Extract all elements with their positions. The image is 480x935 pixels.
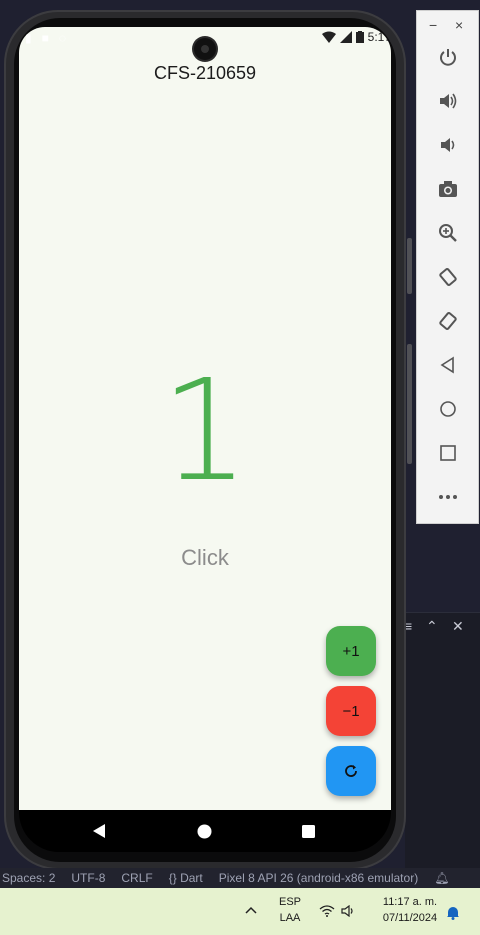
camera-icon[interactable]: [437, 178, 459, 200]
panel-collapse-icon[interactable]: ⌃: [426, 618, 438, 635]
emulator-close-button[interactable]: ×: [455, 17, 463, 33]
panel-close-icon[interactable]: ✕: [452, 618, 464, 635]
keyboard-layout: LAA: [279, 912, 301, 924]
statusbar-line-ending[interactable]: CRLF: [121, 871, 152, 885]
android-nav-bar: [19, 810, 391, 852]
ide-statusbar: Spaces: 2 UTF-8 CRLF {} Dart Pixel 8 API…: [0, 868, 480, 888]
increment-label: +1: [342, 642, 360, 660]
nav-overview-icon[interactable]: [302, 825, 315, 838]
sync-icon: ◌: [58, 31, 66, 45]
language-indicator[interactable]: ESP LAA: [276, 894, 304, 926]
home-icon[interactable]: [437, 398, 459, 420]
statusbar-spaces[interactable]: Spaces: 2: [2, 871, 55, 885]
rotate-left-icon[interactable]: [437, 266, 459, 288]
volume-down-icon[interactable]: [437, 134, 459, 156]
language-code: ESP: [278, 896, 301, 908]
windows-taskbar: ESP LAA 11:17 a. m. 07/11/2024: [0, 888, 480, 935]
status-bar-left: ▮ ■ ◌: [25, 31, 66, 45]
counter-label: Click: [181, 545, 229, 570]
wifi-off-icon: [321, 31, 336, 43]
refresh-icon: [345, 765, 357, 777]
system-clock[interactable]: 11:17 a. m. 07/11/2024: [374, 894, 446, 926]
power-icon[interactable]: [437, 46, 459, 68]
more-icon[interactable]: [437, 486, 459, 508]
statusbar-language[interactable]: {} Dart: [169, 871, 203, 885]
decrement-button[interactable]: −1: [326, 686, 376, 736]
rotate-right-icon[interactable]: [437, 310, 459, 332]
notification-icon: ▮: [25, 31, 32, 45]
counter-value: 1: [160, 350, 250, 513]
phone-volume-button: [407, 344, 412, 464]
notification-bell-icon[interactable]: [446, 905, 460, 920]
back-icon[interactable]: [437, 354, 459, 376]
front-camera: [194, 38, 216, 60]
wifi-icon[interactable]: [319, 905, 335, 917]
clock-time: 11:17 a. m.: [382, 896, 438, 908]
ide-bottom-panel: [405, 612, 480, 869]
phone-side-button: [407, 238, 412, 294]
statusbar-device[interactable]: Pixel 8 API 26 (android-x86 emulator): [219, 871, 418, 885]
reset-button[interactable]: [326, 746, 376, 796]
notifications-bell-icon[interactable]: 🔔︎: [434, 871, 449, 885]
nav-home-icon[interactable]: [197, 824, 212, 839]
overview-icon[interactable]: [437, 442, 459, 464]
emulator-minimize-button[interactable]: −: [429, 17, 437, 33]
show-hidden-icons-chevron-icon[interactable]: [245, 906, 257, 914]
sim-icon: ■: [41, 31, 49, 45]
speaker-icon[interactable]: [341, 905, 357, 917]
status-bar-right: 5:17: [321, 30, 391, 44]
zoom-icon[interactable]: [437, 222, 459, 244]
increment-button[interactable]: +1: [326, 626, 376, 676]
clock-date: 07/11/2024: [382, 912, 438, 924]
battery-icon: [355, 31, 364, 43]
emulator-toolbar: − ×: [416, 10, 479, 524]
volume-up-icon[interactable]: [437, 90, 459, 112]
statusbar-encoding[interactable]: UTF-8: [71, 871, 105, 885]
signal-icon: [339, 31, 352, 43]
status-time: 5:17: [367, 30, 391, 44]
decrement-label: −1: [342, 702, 360, 720]
app-screen: ▮ ■ ◌ 5:17 CFS-210659 1 Click +1 −1: [19, 27, 391, 810]
app-title: CFS-210659: [153, 63, 257, 83]
nav-back-icon[interactable]: [93, 824, 107, 838]
